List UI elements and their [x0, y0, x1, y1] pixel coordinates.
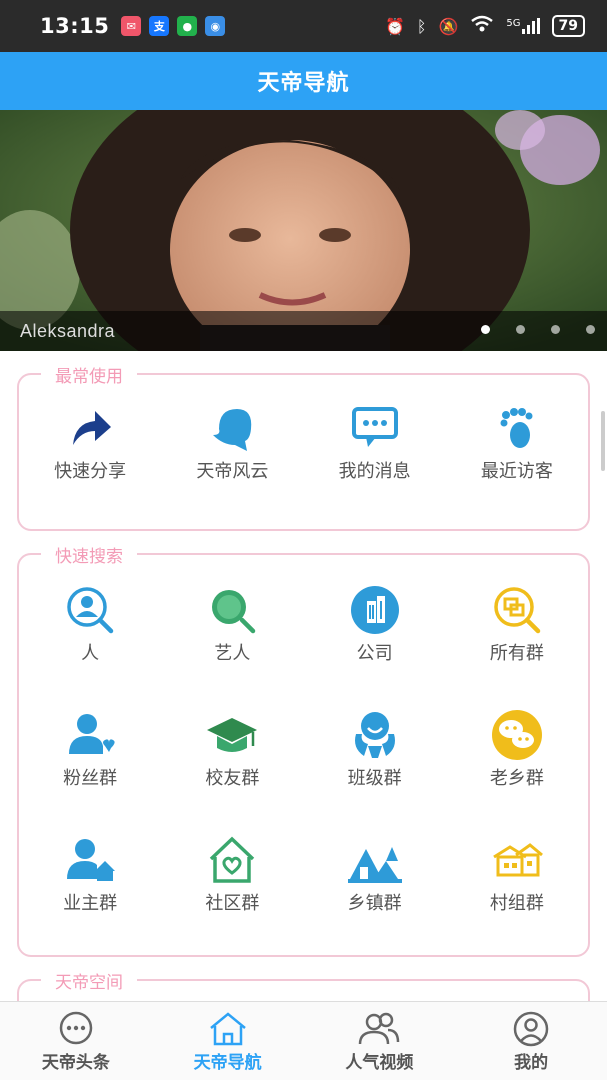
cell-label: 班级群 [347, 768, 402, 789]
section-search: 快速搜索 人 艺人 公司 所有群 粉丝群 校友群 班级群 老乡群 业主群 社区群… [17, 542, 590, 957]
section-title: 天帝空间 [41, 968, 137, 993]
owner-group-button[interactable]: 业主群 [19, 797, 161, 922]
all-groups-search-icon [494, 587, 541, 634]
section-common: 最常使用 快速分享 天帝风云 我的消息 最近访客 [17, 362, 590, 531]
class-group-button[interactable]: 班级群 [304, 672, 446, 797]
cell-label: 粉丝群 [63, 768, 118, 789]
app-header: 天帝导航 [0, 52, 607, 110]
my-messages-button[interactable]: 我的消息 [304, 365, 446, 490]
town-icon [347, 847, 402, 883]
users-icon [359, 1012, 400, 1044]
mute-icon: 🔕 [438, 16, 459, 36]
cell-label: 公司 [356, 643, 393, 664]
cell-label: 业主群 [63, 893, 118, 914]
village-group-button[interactable]: 村组群 [446, 797, 588, 922]
chat-dots-icon [59, 1011, 93, 1044]
search-all-groups-button[interactable]: 所有群 [446, 547, 588, 672]
town-group-button[interactable]: 乡镇群 [304, 797, 446, 922]
cell-label: 社区群 [205, 893, 260, 914]
system-indicators: ⏰ ᛒ 🔕 5G 79 [385, 15, 585, 37]
carousel-dot[interactable] [551, 325, 560, 334]
fan-group-icon [69, 714, 115, 754]
artist-search-icon [212, 590, 256, 634]
status-time: 13:15 [40, 14, 110, 38]
battery-indicator: 79 [551, 15, 585, 37]
carousel-dot[interactable] [516, 325, 525, 334]
signal-icon: 5G [506, 18, 540, 34]
network-type: 5G [506, 18, 521, 29]
cell-label: 我的消息 [338, 461, 411, 482]
home-icon [209, 1011, 246, 1045]
chat-faces-icon [491, 710, 542, 760]
cell-label: 人 [81, 643, 100, 664]
community-group-button[interactable]: 社区群 [161, 797, 303, 922]
tiandi-fengyun-button[interactable]: 天帝风云 [161, 365, 303, 490]
tab-tiandi-headlines[interactable]: 天帝头条 [0, 1002, 152, 1080]
share-button[interactable]: 快速分享 [19, 365, 161, 490]
share-arrow-icon [73, 411, 112, 445]
cell-label: 校友群 [205, 768, 260, 789]
search-artist-button[interactable]: 艺人 [161, 547, 303, 672]
alarm-icon: ⏰ [384, 16, 405, 36]
graduation-cap-icon [207, 718, 258, 752]
owner-home-icon [67, 839, 116, 881]
carousel-dot[interactable] [586, 325, 595, 334]
search-company-button[interactable]: 公司 [304, 547, 446, 672]
tab-mine[interactable]: 我的 [455, 1002, 607, 1080]
browser-app-icon: ◉ [205, 16, 226, 36]
nav-label: 我的 [514, 1052, 549, 1073]
cell-label: 天帝风云 [196, 461, 269, 482]
scrollbar[interactable] [601, 411, 605, 471]
message-bubble-icon [351, 407, 398, 447]
class-group-icon [354, 712, 395, 758]
wifi-icon [470, 15, 494, 37]
cell-label: 乡镇群 [347, 893, 402, 914]
banner-caption: Aleksandra [20, 320, 116, 341]
main-content: 最常使用 快速分享 天帝风云 我的消息 最近访客 快速搜索 人 艺人 公司 所有… [0, 351, 607, 1001]
cell-label: 艺人 [214, 643, 251, 664]
person-search-icon [67, 587, 114, 634]
hometown-group-button[interactable]: 老乡群 [446, 672, 588, 797]
nav-label: 天帝导航 [193, 1052, 262, 1073]
profile-head-icon [213, 409, 252, 451]
cell-label: 最近访客 [480, 461, 553, 482]
cell-label: 所有群 [489, 643, 544, 664]
tab-popular-videos[interactable]: 人气视频 [304, 1002, 456, 1080]
company-building-icon [350, 586, 399, 634]
cell-label: 老乡群 [489, 768, 544, 789]
search-person-button[interactable]: 人 [19, 547, 161, 672]
fan-group-button[interactable]: 粉丝群 [19, 672, 161, 797]
nav-label: 人气视频 [345, 1052, 414, 1073]
banner-carousel[interactable]: Aleksandra [0, 110, 607, 351]
bottom-nav: 天帝头条 天帝导航 人气视频 我的 [0, 1001, 607, 1080]
alumni-group-button[interactable]: 校友群 [161, 672, 303, 797]
village-icon [493, 843, 543, 877]
notification-icons: ✉ 支 ● ◉ [121, 16, 226, 36]
bluetooth-icon: ᛒ [416, 16, 427, 36]
tab-tiandi-navigation[interactable]: 天帝导航 [152, 1002, 304, 1080]
status-bar: 13:15 ✉ 支 ● ◉ ⏰ ᛒ 🔕 5G 79 [0, 0, 607, 52]
footprint-icon [500, 408, 533, 448]
wechat-app-icon: ● [177, 16, 198, 36]
alipay-app-icon: 支 [149, 16, 170, 36]
section-space: 天帝空间 [17, 968, 590, 1001]
mail-app-icon: ✉ [121, 16, 142, 36]
nav-label: 天帝头条 [41, 1052, 110, 1073]
page-title: 天帝导航 [257, 71, 350, 96]
user-circle-icon [513, 1011, 549, 1046]
carousel-dots [481, 325, 595, 334]
cell-label: 村组群 [489, 893, 544, 914]
recent-visitors-button[interactable]: 最近访客 [446, 365, 588, 490]
cell-label: 快速分享 [54, 461, 127, 482]
carousel-dot[interactable] [481, 325, 490, 334]
community-house-icon [210, 836, 255, 883]
